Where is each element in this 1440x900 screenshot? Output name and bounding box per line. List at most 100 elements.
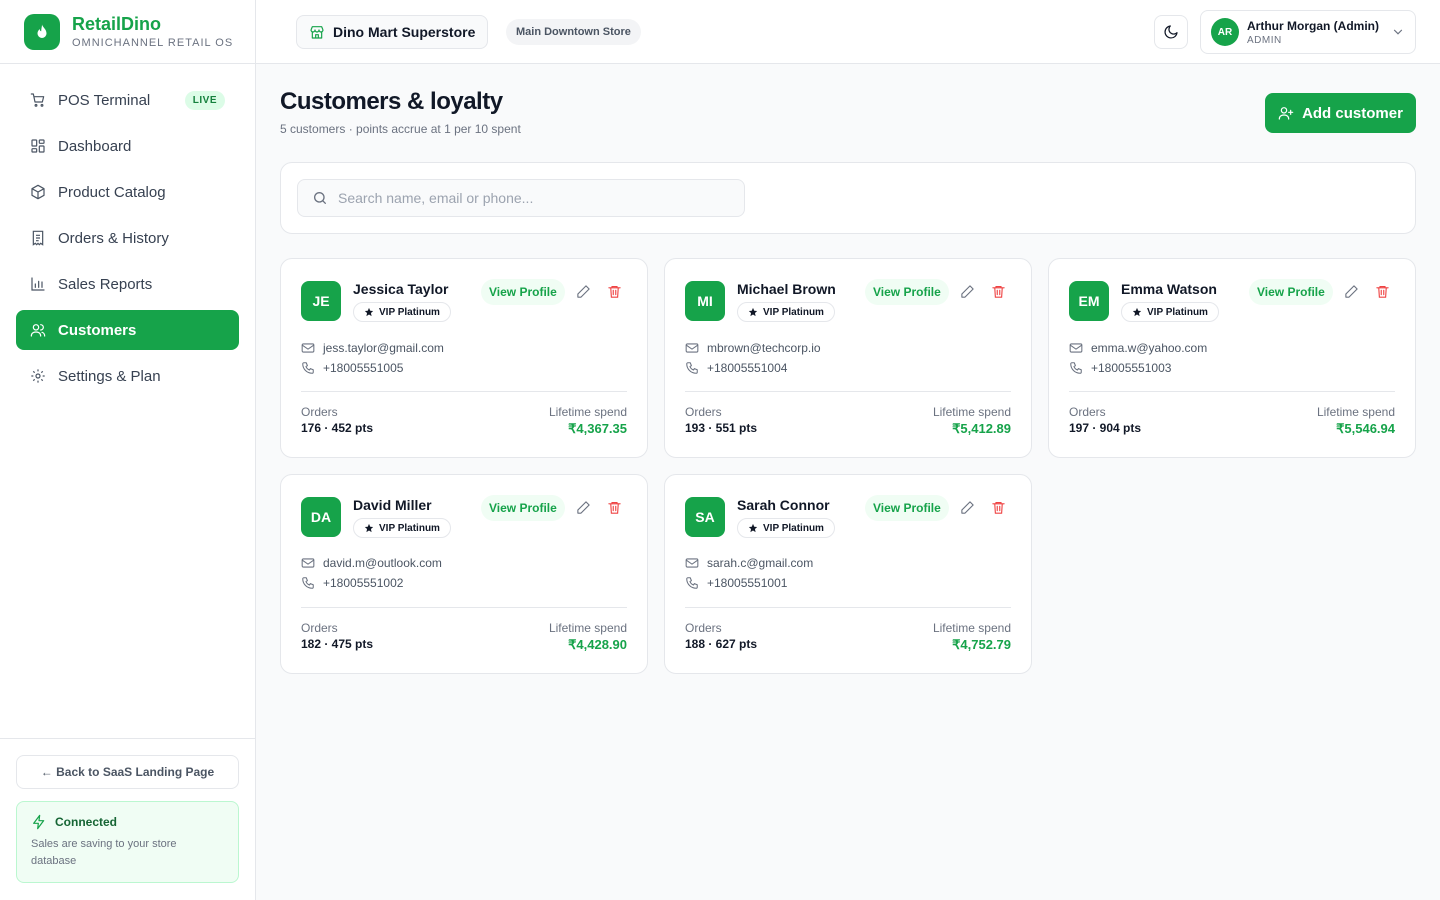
phone-row: +18005551004 (685, 361, 787, 375)
sidebar-item-orders-history[interactable]: Orders & History (16, 218, 239, 258)
customer-phone: +18005551005 (323, 361, 404, 375)
theme-toggle-button[interactable] (1154, 15, 1188, 49)
email-row: emma.w@yahoo.com (1069, 341, 1207, 355)
customer-avatar: SA (685, 497, 725, 537)
orders-points-value: 176 · 452 pts (301, 421, 374, 435)
tier-badge: VIP Platinum (353, 518, 451, 538)
brand-tagline: OMNICHANNEL RETAIL OS (72, 37, 234, 49)
phone-icon (686, 577, 698, 589)
customer-card: SA Sarah Connor VIP Platinum View Profil… (664, 474, 1032, 674)
sidebar-item-dashboard[interactable]: Dashboard (16, 126, 239, 166)
page-title: Customers & loyalty (280, 88, 503, 115)
sidebar-item-product-catalog[interactable]: Product Catalog (16, 172, 239, 212)
lifetime-spend-value: ₹4,752.79 (952, 637, 1011, 652)
customer-card: JE Jessica Taylor VIP Platinum View Prof… (280, 258, 648, 458)
tier-label: VIP Platinum (379, 306, 440, 318)
sidebar-item-pos-terminal[interactable]: POS Terminal LIVE (16, 80, 239, 120)
user-name: Arthur Morgan (Admin) (1247, 18, 1379, 33)
view-profile-button[interactable]: View Profile (865, 279, 949, 305)
sidebar-item-label: Settings & Plan (58, 367, 161, 385)
star-icon (748, 307, 758, 317)
trash-icon[interactable] (1375, 284, 1390, 299)
tier-badge: VIP Platinum (1121, 302, 1219, 322)
store-name: Dino Mart Superstore (333, 24, 476, 40)
customer-email: sarah.c@gmail.com (707, 556, 814, 570)
customer-name: David Miller (353, 497, 432, 513)
customer-avatar: MI (685, 281, 725, 321)
trash-icon[interactable] (607, 284, 622, 299)
tier-label: VIP Platinum (763, 306, 824, 318)
sidebar-footer: ← Back to SaaS Landing Page Connected Sa… (0, 738, 255, 900)
customer-card: MI Michael Brown VIP Platinum View Profi… (664, 258, 1032, 458)
chevron-down-icon (1393, 29, 1403, 35)
view-profile-button[interactable]: View Profile (865, 495, 949, 521)
pencil-icon[interactable] (576, 284, 591, 299)
pencil-icon[interactable] (576, 500, 591, 515)
mail-icon (301, 558, 315, 568)
sidebar-item-customers[interactable]: Customers (16, 310, 239, 350)
add-customer-button[interactable]: Add customer (1265, 93, 1416, 133)
lifetime-spend-label: Lifetime spend (548, 405, 627, 419)
customer-phone: +18005551002 (323, 576, 404, 590)
orders-points-value: 197 · 904 pts (1069, 421, 1142, 435)
lifetime-spend-label: Lifetime spend (1316, 405, 1395, 419)
email-row: david.m@outlook.com (301, 556, 442, 570)
connection-status: Connected Sales are saving to your store… (16, 801, 239, 883)
orders-points-value: 188 · 627 pts (685, 637, 758, 651)
view-profile-button[interactable]: View Profile (1249, 279, 1333, 305)
tier-label: VIP Platinum (763, 522, 824, 534)
phone-icon (302, 577, 314, 589)
receipt-icon (32, 230, 44, 246)
store-icon (310, 26, 324, 39)
pencil-icon[interactable] (960, 500, 975, 515)
avatar: AR (1211, 18, 1239, 46)
pencil-icon[interactable] (960, 284, 975, 299)
sidebar-item-label: Product Catalog (58, 183, 166, 201)
view-profile-button[interactable]: View Profile (481, 495, 565, 521)
sidebar-item-settings-plan[interactable]: Settings & Plan (16, 356, 239, 396)
divider (301, 391, 627, 392)
trash-icon[interactable] (607, 500, 622, 515)
customer-avatar: EM (1069, 281, 1109, 321)
search-card (280, 162, 1416, 234)
trash-icon[interactable] (991, 284, 1006, 299)
customer-name: Jessica Taylor (353, 281, 449, 297)
mail-icon (301, 343, 315, 353)
back-to-landing-button[interactable]: ← Back to SaaS Landing Page (16, 755, 239, 789)
user-menu-button[interactable]: AR Arthur Morgan (Admin) ADMIN (1200, 10, 1416, 54)
tier-badge: VIP Platinum (737, 518, 835, 538)
phone-icon (1070, 362, 1082, 374)
top-header: Dino Mart Superstore Main Downtown Store… (256, 0, 1440, 64)
search-input[interactable] (338, 190, 718, 206)
email-row: sarah.c@gmail.com (685, 556, 813, 570)
customer-phone: +18005551004 (707, 361, 788, 375)
connection-text: Sales are saving to your store database (31, 838, 177, 867)
phone-row: +18005551003 (1069, 361, 1171, 375)
tier-label: VIP Platinum (379, 522, 440, 534)
trash-icon[interactable] (991, 500, 1006, 515)
flame-logo-icon (24, 13, 60, 50)
phone-row: +18005551002 (301, 576, 403, 590)
star-icon (364, 307, 374, 317)
star-icon (748, 523, 758, 533)
live-badge: LIVE (184, 90, 225, 110)
pencil-icon[interactable] (1344, 284, 1359, 299)
phone-row: +18005551001 (685, 576, 787, 590)
orders-label: Orders (685, 621, 722, 635)
tier-badge: VIP Platinum (737, 302, 835, 322)
mail-icon (685, 558, 699, 568)
sidebar-item-label: Dashboard (58, 137, 132, 155)
phone-row: +18005551005 (301, 361, 403, 375)
email-row: mbrown@techcorp.io (685, 341, 821, 355)
store-selector-button[interactable]: Dino Mart Superstore (296, 15, 489, 49)
view-profile-button[interactable]: View Profile (481, 279, 565, 305)
branch-badge: Main Downtown Store (506, 19, 641, 45)
customer-name: Michael Brown (737, 281, 836, 297)
lifetime-spend-value: ₹5,412.89 (952, 421, 1011, 436)
sidebar-nav: POS Terminal LIVE Dashboard Product Cata… (0, 64, 255, 396)
gear-icon (31, 369, 45, 383)
customer-email: emma.w@yahoo.com (1091, 341, 1208, 355)
package-icon (31, 184, 45, 200)
moon-icon (1164, 25, 1178, 39)
sidebar-item-sales-reports[interactable]: Sales Reports (16, 264, 239, 304)
